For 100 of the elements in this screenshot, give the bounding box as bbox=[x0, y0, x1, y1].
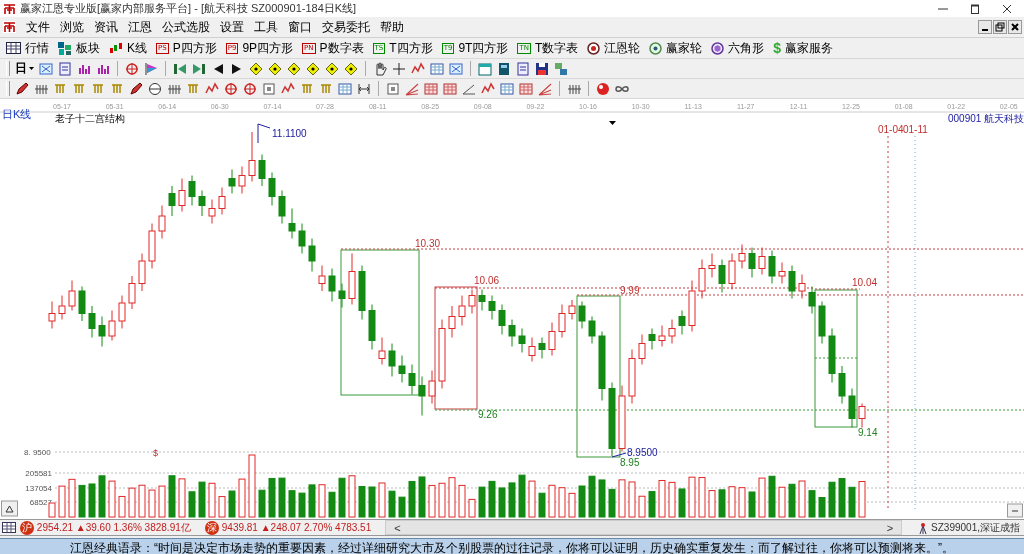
calendar-icon[interactable] bbox=[478, 61, 492, 76]
diamond-icon[interactable] bbox=[268, 61, 282, 76]
target-icon[interactable] bbox=[125, 61, 139, 76]
toolbar-button[interactable]: 板块 bbox=[58, 39, 100, 57]
diamond-icon[interactable] bbox=[344, 61, 358, 76]
scroll-left-button[interactable]: < bbox=[386, 521, 409, 534]
skip-back-icon[interactable] bbox=[173, 61, 187, 76]
candle bbox=[348, 253, 356, 305]
candle bbox=[208, 199, 216, 224]
grid-icon[interactable] bbox=[2, 522, 16, 533]
scrollbar[interactable]: < > bbox=[385, 520, 903, 535]
scroll-right-button[interactable]: > bbox=[878, 521, 902, 534]
candle bbox=[598, 331, 606, 401]
candle bbox=[178, 178, 186, 212]
price-label: 10.30 bbox=[415, 238, 441, 249]
target-icon[interactable] bbox=[243, 81, 257, 96]
line-chart-icon[interactable] bbox=[281, 81, 295, 96]
candle bbox=[448, 305, 456, 338]
skip-forward-icon[interactable] bbox=[192, 61, 206, 76]
candle bbox=[658, 325, 666, 347]
pattern-icon[interactable] bbox=[449, 61, 463, 76]
maximize-icon[interactable] bbox=[970, 3, 980, 14]
comb-icon[interactable] bbox=[91, 81, 105, 96]
blocks-icon bbox=[58, 41, 72, 55]
toolbar-button[interactable]: 赢家轮 bbox=[649, 39, 703, 57]
candle bbox=[438, 319, 446, 389]
period-dropdown[interactable]: 日 bbox=[15, 60, 34, 77]
candle bbox=[268, 172, 276, 206]
close-icon[interactable] bbox=[1002, 3, 1012, 14]
diamond-icon[interactable] bbox=[287, 61, 301, 76]
floppy-icon[interactable] bbox=[535, 61, 549, 76]
dollar-icon: $ bbox=[773, 40, 782, 56]
diamond-icon[interactable] bbox=[306, 61, 320, 76]
candle bbox=[858, 403, 866, 428]
price-axis-label: 8. 9500 bbox=[24, 448, 51, 457]
line-chart-icon[interactable] bbox=[411, 61, 425, 76]
candle bbox=[718, 259, 726, 293]
menu-item[interactable]: 文件 bbox=[26, 18, 50, 36]
document-icon[interactable] bbox=[516, 61, 530, 76]
circle-icon[interactable] bbox=[148, 81, 162, 96]
line-chart-icon[interactable] bbox=[481, 81, 495, 96]
minimize-icon[interactable] bbox=[978, 20, 992, 34]
candlestick-icon bbox=[109, 41, 123, 55]
network-icon[interactable] bbox=[554, 61, 568, 76]
comb-icon[interactable] bbox=[53, 81, 67, 96]
calculator-icon[interactable] bbox=[497, 61, 511, 76]
menu-item[interactable]: 浏览 bbox=[60, 18, 84, 36]
comb-icon[interactable] bbox=[72, 81, 86, 96]
menu-item[interactable]: 窗口 bbox=[288, 18, 312, 36]
restore-icon[interactable] bbox=[993, 20, 1007, 34]
candle bbox=[638, 334, 646, 365]
menu-item[interactable]: 工具 bbox=[254, 18, 278, 36]
period-label: 日K线 bbox=[2, 108, 32, 120]
fan-lines-icon[interactable] bbox=[538, 81, 552, 96]
candle bbox=[328, 268, 336, 302]
toolbar-button[interactable]: 江恩轮 bbox=[587, 39, 641, 57]
price-label: 9.14 bbox=[858, 427, 878, 438]
toolbar-button[interactable]: $ 赢家服务 bbox=[773, 39, 834, 57]
expand-button[interactable] bbox=[1, 500, 18, 517]
flag-icon[interactable] bbox=[144, 61, 158, 76]
candle bbox=[818, 301, 826, 344]
ball-icon[interactable] bbox=[596, 81, 610, 96]
caret-icon[interactable] bbox=[609, 121, 616, 125]
line-chart-icon[interactable] bbox=[205, 81, 219, 96]
toolbar-button[interactable]: 行情 bbox=[6, 39, 49, 57]
candle bbox=[838, 365, 846, 404]
candle bbox=[98, 316, 106, 347]
index-quote: 9439.81 ▲248.07 2.70% 4783.51 bbox=[221, 522, 372, 533]
level-line bbox=[814, 357, 858, 359]
toolbar-button[interactable]: K线 bbox=[109, 39, 147, 57]
square-icon[interactable] bbox=[262, 81, 276, 96]
menu-item[interactable]: 帮助 bbox=[380, 18, 404, 36]
candle bbox=[428, 370, 436, 404]
toolbar-button[interactable]: 六角形 bbox=[711, 39, 765, 57]
square-icon[interactable] bbox=[386, 81, 400, 96]
candle bbox=[828, 328, 836, 383]
hand-icon[interactable] bbox=[373, 61, 387, 76]
comb-icon[interactable] bbox=[319, 81, 333, 96]
diamond-icon[interactable] bbox=[249, 61, 263, 76]
comb-icon[interactable] bbox=[186, 81, 200, 96]
menu-item[interactable]: 公式选股 bbox=[162, 18, 210, 36]
close-icon[interactable] bbox=[1008, 20, 1022, 34]
menu-item[interactable]: 江恩 bbox=[128, 18, 152, 36]
pencil-icon[interactable] bbox=[15, 81, 29, 96]
candle bbox=[68, 280, 76, 311]
pencil-icon[interactable] bbox=[129, 81, 143, 96]
candle bbox=[238, 166, 246, 194]
crosshair-icon[interactable] bbox=[392, 61, 406, 76]
diamond-icon[interactable] bbox=[325, 61, 339, 76]
comb-icon[interactable] bbox=[300, 81, 314, 96]
menu-item[interactable]: 交易委托 bbox=[322, 18, 370, 36]
document-icon[interactable] bbox=[58, 61, 72, 76]
collapse-button[interactable] bbox=[1007, 503, 1023, 518]
menu-item[interactable]: 资讯 bbox=[94, 18, 118, 36]
cycle-lines-icon[interactable] bbox=[357, 81, 371, 96]
target-icon[interactable] bbox=[224, 81, 238, 96]
menu-item[interactable]: 设置 bbox=[220, 18, 244, 36]
fan-lines-icon[interactable] bbox=[405, 81, 419, 96]
comb-icon[interactable] bbox=[110, 81, 124, 96]
pattern-icon[interactable] bbox=[39, 61, 53, 76]
